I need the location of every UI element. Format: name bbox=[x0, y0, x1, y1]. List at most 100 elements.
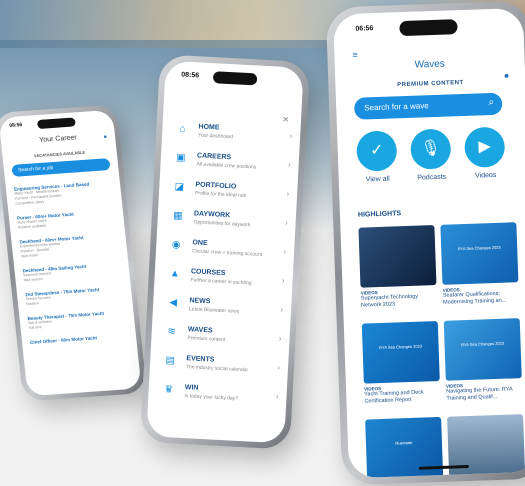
careers-screen: 08:56 Your Career ● VACATANCIES AVAILABL… bbox=[0, 109, 142, 397]
menu-item-subtitle: Is today your lucky day? bbox=[184, 393, 239, 402]
chevron-right-icon: › bbox=[278, 333, 282, 344]
menu-item-win[interactable]: ♛ WIN Is today your lucky day? › bbox=[158, 382, 281, 417]
check-icon: ✓ bbox=[356, 130, 398, 172]
megaphone-icon: ◀ bbox=[169, 297, 178, 309]
chevron-right-icon: › bbox=[287, 160, 291, 170]
phone-waves: 06:56 ≡ ● Waves PREMIUM CONTENT Search f… bbox=[325, 0, 525, 486]
chevron-right-icon: › bbox=[277, 362, 281, 373]
card-thumbnail: RYA Sea Changes 2023 bbox=[361, 321, 440, 384]
menu-item-title: WIN bbox=[184, 384, 199, 392]
menu-item-subtitle: Profile for the ideal role bbox=[194, 190, 247, 200]
menu-item-title: PORTFOLIO bbox=[195, 181, 237, 191]
category-label: View all bbox=[365, 175, 390, 184]
card-title bbox=[449, 477, 525, 478]
category-podcasts[interactable]: 🎙 Podcasts bbox=[407, 128, 455, 182]
menu-item-title: WAVES bbox=[187, 326, 213, 335]
graduation-cap-icon: ▲ bbox=[169, 268, 181, 280]
thumbnail-caption bbox=[447, 414, 524, 461]
waves-icon: ≋ bbox=[167, 326, 177, 338]
waves-screen: 06:56 ≡ ● Waves PREMIUM CONTENT Search f… bbox=[332, 7, 525, 479]
search-placeholder: Search for a wave bbox=[364, 101, 429, 113]
category-label: Podcasts bbox=[417, 173, 447, 182]
chevron-right-icon: › bbox=[280, 304, 284, 315]
menu-item-subtitle: Your dashboard bbox=[197, 132, 234, 141]
category-view-all[interactable]: ✓ View all bbox=[353, 130, 401, 184]
card-kind bbox=[449, 477, 525, 478]
status-time: 06:56 bbox=[355, 25, 374, 33]
job-list: Engineering Services - Land Based Motor Y… bbox=[14, 180, 129, 354]
menu-item-title: HOME bbox=[198, 123, 220, 132]
chevron-right-icon: › bbox=[289, 131, 293, 141]
highlight-card[interactable] bbox=[447, 414, 525, 478]
status-time: 08:56 bbox=[181, 71, 200, 80]
menu-item-subtitle: Premium content bbox=[187, 335, 226, 344]
one-icon: ◉ bbox=[171, 239, 181, 251]
close-icon[interactable]: ✕ bbox=[282, 115, 289, 124]
menu-item-title: ONE bbox=[192, 239, 208, 248]
highlight-card[interactable]: RYA Sea Changes 2023 VIDEOS Navigating t… bbox=[443, 318, 523, 403]
job-list-item[interactable]: Deckhand - 49m Sailing Yacht Seasonal con… bbox=[22, 262, 121, 284]
menu-item-subtitle: Opportunities for daywork bbox=[193, 219, 251, 229]
highlights-heading: HIGHLIGHTS bbox=[357, 210, 402, 219]
chevron-right-icon: › bbox=[281, 276, 285, 286]
thumbnail-caption: bluewater bbox=[395, 439, 413, 446]
menu-item-subtitle: Latest Bluewater news bbox=[188, 306, 240, 315]
chevron-right-icon: › bbox=[286, 189, 290, 199]
card-title: Navigating the Future: RYA Training and … bbox=[446, 386, 513, 402]
trophy-icon: ♛ bbox=[163, 384, 174, 396]
thumbnail-caption: RYA Sea Changes 2023 bbox=[457, 244, 501, 252]
menu-item-title: CAREERS bbox=[196, 152, 232, 162]
briefcase-icon: ▣ bbox=[175, 152, 186, 164]
chevron-right-icon: › bbox=[284, 218, 288, 228]
card-thumbnail bbox=[358, 225, 437, 288]
highlight-card[interactable]: RYA Sea Changes 2023 VIDEOS Seafarer Qua… bbox=[440, 222, 519, 307]
card-title: Seafarer Qualifications: Modernising Tra… bbox=[442, 290, 507, 306]
job-list-item[interactable]: Engineering Services - Land Based Motor Y… bbox=[14, 180, 114, 207]
highlight-card[interactable]: VIDEOS Superyacht Technology Network 202… bbox=[358, 225, 437, 310]
menu-item-title: DAYWORK bbox=[193, 210, 231, 220]
page-subtitle: PREMIUM CONTENT bbox=[397, 79, 464, 89]
hamburger-menu-icon[interactable]: ≡ bbox=[352, 50, 358, 60]
card-thumbnail: RYA Sea Changes 2023 bbox=[443, 318, 522, 381]
portfolio-icon: ◪ bbox=[174, 181, 185, 193]
page-title: Waves bbox=[414, 58, 446, 71]
event-calendar-icon: ▤ bbox=[165, 355, 176, 367]
phone-menu: 08:56 ✕ ⌂ HOME Your dashboard › ▣ CAREERS… bbox=[139, 54, 311, 450]
chevron-right-icon: › bbox=[275, 391, 279, 401]
card-title: Yacht Training and Deck Certification Re… bbox=[364, 389, 424, 405]
wave-search-input[interactable]: Search for a wave ⌕ bbox=[353, 92, 503, 120]
play-icon: ▶ bbox=[464, 126, 506, 168]
job-list-item[interactable]: Deckhand - 60m+ Motor Yacht Experienced c… bbox=[19, 233, 119, 260]
job-search-input[interactable]: Search for a job bbox=[11, 158, 111, 177]
main-menu: ⌂ HOME Your dashboard › ▣ CAREERS All ava… bbox=[158, 121, 295, 417]
page-title: Your Career bbox=[38, 134, 78, 144]
card-thumbnail: RYA Sea Changes 2023 bbox=[440, 222, 519, 285]
highlight-card[interactable]: RYA Sea Changes 2023 VIDEOS Yacht Traini… bbox=[361, 321, 441, 406]
job-list-item[interactable]: 2nd Stewardess - 75m Motor Yacht Service … bbox=[25, 285, 124, 307]
menu-item-subtitle: Further a career in yachting bbox=[190, 277, 252, 287]
menu-item-title: COURSES bbox=[190, 268, 226, 278]
status-time: 08:56 bbox=[9, 122, 23, 129]
menu-screen: 08:56 ✕ ⌂ HOME Your dashboard › ▣ CAREERS… bbox=[146, 60, 304, 444]
menu-item-subtitle: The industry social calendar bbox=[185, 364, 249, 374]
job-list-item[interactable]: Beauty Therapist - 75m Motor Yacht Spa & … bbox=[27, 309, 126, 331]
category-label: Videos bbox=[474, 171, 497, 180]
job-list-item[interactable]: Purser - 60m+ Motor Yacht Busy charter ya… bbox=[17, 209, 116, 231]
menu-item-subtitle: All available crew positions bbox=[196, 161, 257, 171]
card-title: Superyacht Technology Network 2023 bbox=[360, 293, 419, 309]
dynamic-island bbox=[212, 71, 258, 86]
thumbnail-caption: RYA Sea Changes 2023 bbox=[379, 343, 423, 351]
thumbnail-caption bbox=[358, 225, 435, 272]
home-icon: ⌂ bbox=[179, 123, 186, 135]
category-videos[interactable]: ▶ Videos bbox=[461, 126, 509, 180]
dynamic-island bbox=[36, 117, 76, 130]
highlights-grid: VIDEOS Superyacht Technology Network 202… bbox=[333, 8, 525, 479]
profile-icon[interactable]: ● bbox=[103, 134, 107, 140]
microphone-icon: 🎙 bbox=[410, 128, 452, 170]
thumbnail-caption: RYA Sea Changes 2023 bbox=[460, 340, 505, 348]
menu-item-subtitle: Circular crew + training account bbox=[191, 248, 263, 258]
menu-item-title: NEWS bbox=[189, 297, 211, 306]
job-list-item[interactable]: Chief Officer - 80m Motor Yacht bbox=[30, 333, 128, 345]
menu-item-title: EVENTS bbox=[186, 355, 215, 364]
dynamic-island bbox=[399, 19, 458, 37]
